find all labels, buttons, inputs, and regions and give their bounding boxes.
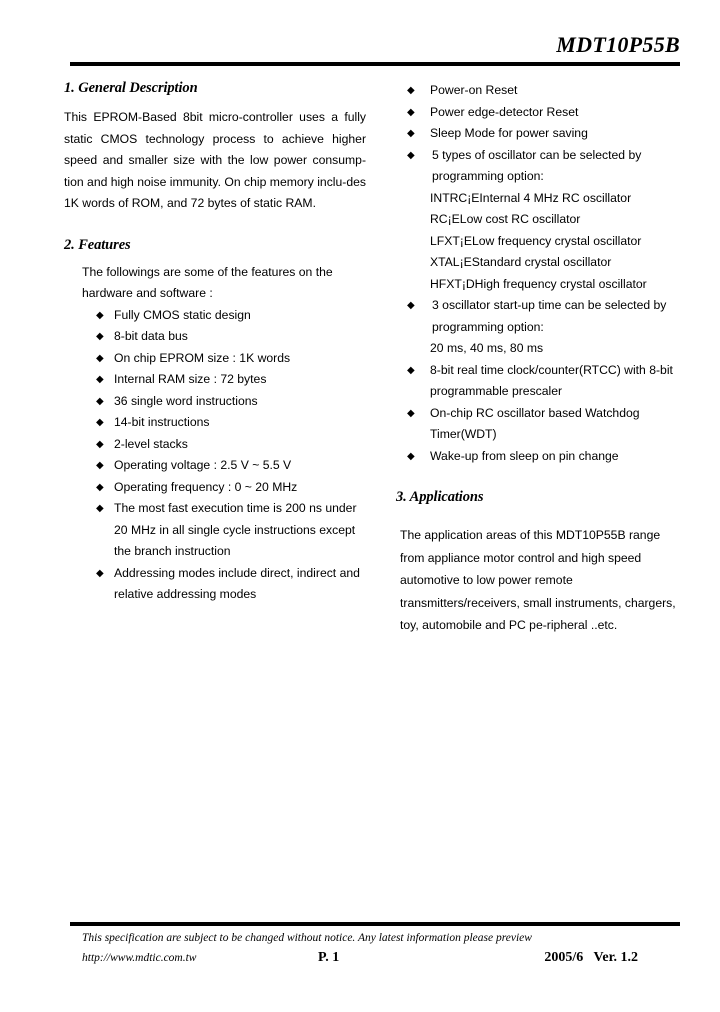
diamond-bullet-icon: ◆ — [96, 460, 104, 471]
document-header: MDT10P55B — [70, 34, 680, 57]
oscillator-type-xtal: XTAL¡EStandard crystal oscillator — [430, 255, 612, 269]
diamond-bullet-icon: ◆ — [96, 481, 104, 493]
list-item-label: On-chip RC oscillator based Watchdog Tim… — [430, 405, 640, 442]
section-heading-general-description: 1. General Description — [64, 80, 198, 96]
list-item-label: 14-bit instructions — [114, 415, 210, 429]
oscillator-type-rc: RC¡ELow cost RC oscillator — [430, 212, 581, 226]
diamond-bullet-icon: ◆ — [96, 417, 104, 428]
diamond-bullet-icon: ◆ — [407, 149, 415, 161]
list-item: ◆ Operating frequency : 0 ~ 20 MHz — [64, 477, 366, 499]
list-item: ◆ Power-on Reset — [396, 80, 686, 102]
list-item-label: Operating frequency : 0 ~ 20 MHz — [114, 479, 298, 494]
header-rule — [70, 62, 680, 66]
diamond-bullet-icon: ◆ — [407, 85, 415, 96]
list-item-label: Addressing modes include direct, indirec… — [114, 565, 360, 602]
list-item-label: 2-level stacks — [114, 436, 188, 451]
startup-line-2: programming option: — [432, 319, 544, 334]
list-item-label: The most fast execution time is 200 ns u… — [114, 501, 357, 558]
diamond-bullet-icon: ◆ — [96, 352, 104, 364]
list-item: ◆ Operating voltage : 2.5 V ~ 5.5 V — [64, 455, 366, 477]
features-intro-line-2: hardware and software : — [82, 286, 213, 300]
footer-notice: This specification are subject to be cha… — [82, 932, 532, 944]
features-intro-line-1: The followings are some of the features … — [82, 264, 333, 279]
general-description-paragraph: This EPROM-Based 8bit micro-controller u… — [64, 110, 366, 210]
diamond-bullet-icon: ◆ — [407, 364, 415, 376]
list-item: ◆ 36 single word instructions — [64, 391, 366, 413]
list-item-oscillator-types: ◆ 5 types of oscillator can be selected … — [396, 145, 686, 296]
list-item: ◆ On-chip RC oscillator based Watchdog T… — [396, 403, 686, 446]
oscillator-line-1: 5 types of oscillator can be selected by — [432, 147, 642, 162]
diamond-bullet-icon: ◆ — [96, 438, 104, 450]
features-list: ◆ Fully CMOS static design ◆ 8-bit data … — [64, 305, 366, 606]
diamond-bullet-icon: ◆ — [407, 450, 415, 462]
list-item-label: Internal RAM size : 72 bytes — [114, 372, 267, 386]
list-item: ◆ Wake-up from sleep on pin change — [396, 446, 686, 468]
list-item-label: Operating voltage : 2.5 V ~ 5.5 V — [114, 458, 292, 472]
oscillator-type-list: INTRC¡EInternal 4 MHz RC oscillator RC¡E… — [430, 188, 686, 296]
list-item-label: 36 single word instructions — [114, 393, 258, 408]
list-item-label: 8-bit data bus — [114, 329, 188, 343]
list-item-label: Power edge-detector Reset — [430, 104, 579, 119]
applications-line-5: toy, automobile and PC pe-ripheral ..etc… — [400, 618, 618, 632]
list-item: ◆ 8-bit real time clock/counter(RTCC) wi… — [396, 360, 686, 403]
diamond-bullet-icon: ◆ — [407, 106, 415, 118]
applications-line-1: The application areas of this MDT10P55B … — [400, 528, 661, 542]
list-item: ◆ The most fast execution time is 200 ns… — [64, 498, 366, 563]
startup-line-1: 3 oscillator start-up time can be select… — [432, 298, 667, 312]
oscillator-type-lfxt: LFXT¡ELow frequency crystal oscillator — [430, 233, 642, 248]
part-number-title: MDT10P55B — [556, 32, 680, 57]
list-item: ◆ 8-bit data bus — [64, 326, 366, 348]
left-column: 1. General Description This EPROM-Based … — [64, 80, 366, 606]
list-item: ◆ Sleep Mode for power saving — [396, 123, 686, 145]
list-item: ◆ 2-level stacks — [64, 434, 366, 456]
list-item-startup-time: ◆ 3 oscillator start-up time can be sele… — [396, 295, 686, 360]
startup-values: 20 ms, 40 ms, 80 ms — [430, 341, 544, 355]
diamond-bullet-icon: ◆ — [407, 300, 415, 311]
list-item: ◆ Power edge-detector Reset — [396, 102, 686, 124]
diamond-bullet-icon: ◆ — [96, 331, 104, 342]
applications-line-2: from appliance motor control and high sp… — [400, 550, 642, 565]
oscillator-line-2: programming option: — [432, 169, 544, 183]
list-item-label: Wake-up from sleep on pin change — [430, 448, 619, 463]
list-item: ◆ 14-bit instructions — [64, 412, 366, 434]
section-heading-features: 2. Features — [64, 236, 131, 253]
list-item: ◆ Fully CMOS static design — [64, 305, 366, 327]
list-item-label: Sleep Mode for power saving — [430, 126, 588, 140]
diamond-bullet-icon: ◆ — [407, 407, 415, 419]
list-item-label: 8-bit real time clock/counter(RTCC) with… — [430, 362, 673, 399]
diamond-bullet-icon: ◆ — [407, 128, 415, 139]
page-number: P. 1 — [318, 950, 340, 965]
list-item: ◆ Addressing modes include direct, indir… — [64, 563, 366, 606]
list-item-label: Fully CMOS static design — [114, 307, 251, 322]
footer-row: http://www.mdtic.com.tw P. 1 2005/6 Ver.… — [70, 950, 680, 972]
footer-url-link[interactable]: http://www.mdtic.com.tw — [82, 952, 196, 964]
diamond-bullet-icon: ◆ — [96, 503, 104, 514]
features-right-list: ◆ Power-on Reset ◆ Power edge-detector R… — [396, 80, 686, 467]
diamond-bullet-icon: ◆ — [96, 395, 104, 407]
list-item-label: On chip EPROM size : 1K words — [114, 350, 291, 365]
list-item: ◆ Internal RAM size : 72 bytes — [64, 369, 366, 391]
oscillator-type-hfxt: HFXT¡DHigh frequency crystal oscillator — [430, 276, 647, 291]
diamond-bullet-icon: ◆ — [96, 374, 104, 385]
applications-line-4: transmitters/receivers, small instrument… — [400, 595, 676, 610]
list-item-label: Power-on Reset — [430, 83, 518, 97]
diamond-bullet-icon: ◆ — [96, 309, 104, 321]
right-column: ◆ Power-on Reset ◆ Power edge-detector R… — [396, 80, 686, 637]
oscillator-type-intrc: INTRC¡EInternal 4 MHz RC oscillator — [430, 190, 632, 205]
footer-rule — [70, 922, 680, 926]
datasheet-page: MDT10P55B 1. General Description This EP… — [0, 0, 720, 1012]
section-heading-applications: 3. Applications — [396, 489, 484, 505]
footer-version: 2005/6 Ver. 1.2 — [544, 950, 638, 965]
applications-paragraph: The application areas of this MDT10P55B … — [400, 524, 686, 637]
list-item: ◆ On chip EPROM size : 1K words — [64, 348, 366, 370]
diamond-bullet-icon: ◆ — [96, 567, 104, 579]
applications-line-3: automotive to low power remote — [400, 573, 573, 587]
